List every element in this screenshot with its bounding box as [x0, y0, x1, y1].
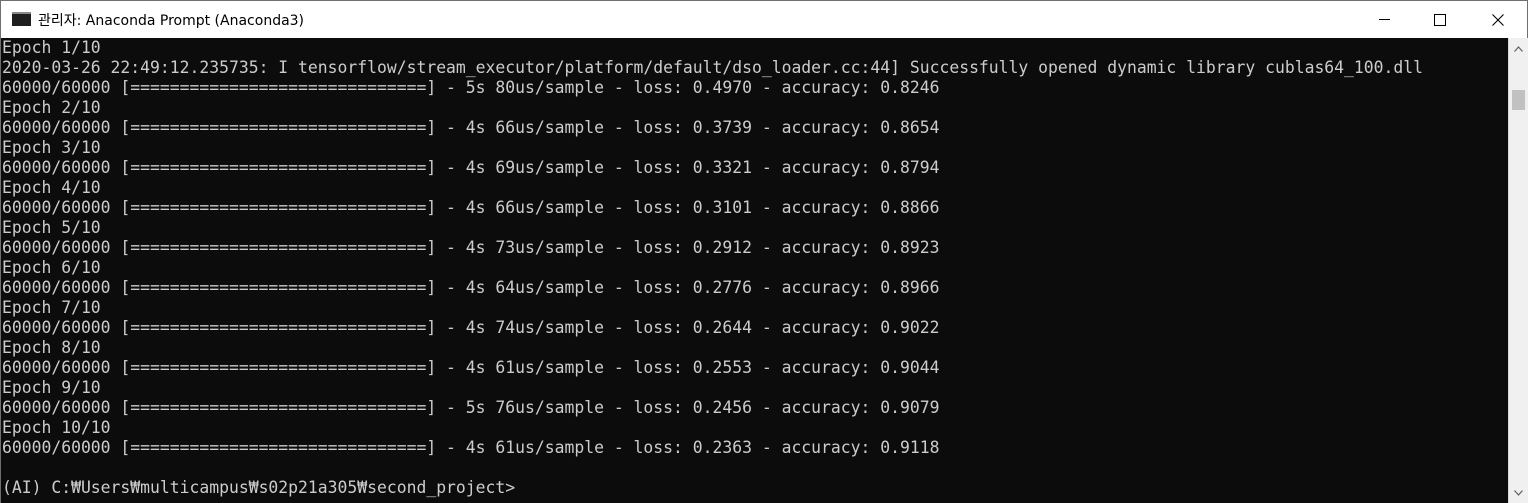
console-line: 60000/60000 [===========================… [2, 398, 940, 417]
console-line: Epoch 5/10 [2, 218, 101, 237]
scroll-up-arrow-icon [1514, 45, 1523, 52]
console-line: 60000/60000 [===========================… [2, 358, 940, 377]
close-button[interactable] [1469, 1, 1527, 38]
console-line: 60000/60000 [===========================… [2, 158, 940, 177]
console-line: 2020-03-26 22:49:12.235735: I tensorflow… [2, 58, 1423, 77]
scroll-down-arrow-icon [1514, 489, 1523, 496]
console-line: Epoch 8/10 [2, 338, 101, 357]
console-output[interactable]: Epoch 1/10 2020-03-26 22:49:12.235735: I… [1, 38, 1508, 503]
console-line: Epoch 2/10 [2, 98, 101, 117]
console-line: 60000/60000 [===========================… [2, 238, 940, 257]
window-title: 관리자: Anaconda Prompt (Anaconda3) [38, 13, 305, 29]
scrollbar-thumb[interactable] [1512, 90, 1525, 110]
console-line: 60000/60000 [===========================… [2, 318, 940, 337]
scroll-down-button[interactable] [1509, 484, 1528, 501]
console-window: 관리자: Anaconda Prompt (Anaconda3) Epoch 1… [0, 0, 1528, 503]
minimize-icon [1378, 19, 1390, 20]
console-line: Epoch 6/10 [2, 258, 101, 277]
vertical-scrollbar[interactable] [1508, 38, 1528, 503]
console-line: Epoch 7/10 [2, 298, 101, 317]
command-prompt[interactable]: (AI) C:₩Users₩multicampus₩s02p21a305₩sec… [2, 478, 515, 498]
console-line: 60000/60000 [===========================… [2, 198, 940, 217]
maximize-icon [1434, 13, 1446, 26]
console-line: Epoch 4/10 [2, 178, 101, 197]
console-line: 60000/60000 [===========================… [2, 118, 940, 137]
minimize-button[interactable] [1355, 1, 1413, 38]
maximize-button[interactable] [1411, 1, 1469, 38]
scroll-up-button[interactable] [1509, 40, 1528, 57]
console-line: 60000/60000 [===========================… [2, 78, 940, 97]
console-window-icon[interactable] [12, 12, 31, 26]
console-line: 60000/60000 [===========================… [2, 438, 940, 457]
console-line: 60000/60000 [===========================… [2, 278, 940, 297]
console-line: Epoch 1/10 [2, 38, 101, 57]
console-line: Epoch 3/10 [2, 138, 101, 157]
close-icon [1492, 13, 1504, 26]
title-bar[interactable]: 관리자: Anaconda Prompt (Anaconda3) [1, 1, 1527, 38]
console-line: Epoch 10/10 [2, 418, 111, 437]
console-line: Epoch 9/10 [2, 378, 101, 397]
